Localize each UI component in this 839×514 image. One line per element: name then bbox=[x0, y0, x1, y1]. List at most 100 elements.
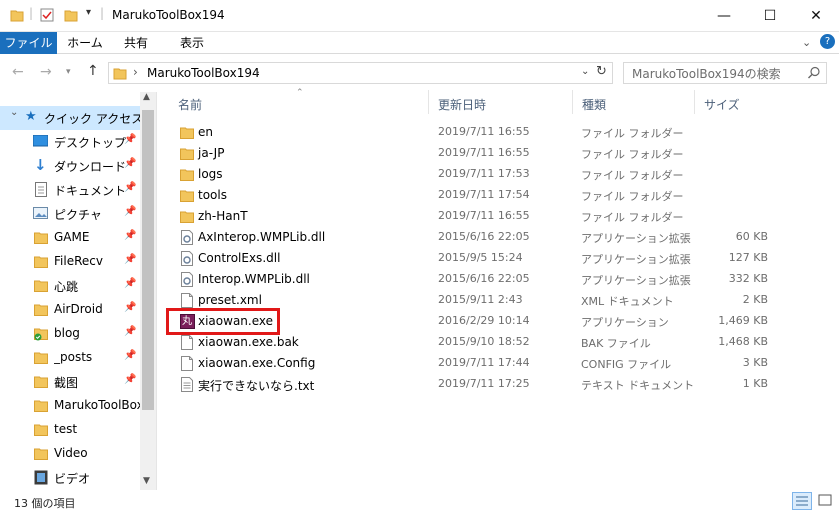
file-row[interactable]: ja-JP 2019/7/11 16:55 ファイル フォルダー bbox=[170, 143, 780, 164]
column-separator[interactable] bbox=[694, 90, 695, 114]
file-row[interactable]: xiaowan.exe.bak 2015/9/10 18:52 BAK ファイル… bbox=[170, 332, 780, 353]
file-type: CONFIG ファイル bbox=[581, 358, 672, 371]
nav-item-pictures[interactable]: ピクチャ 📌 bbox=[0, 202, 140, 226]
file-icon bbox=[181, 335, 193, 350]
nav-item-documents[interactable]: ドキュメント 📌 bbox=[0, 178, 140, 202]
nav-item-airdroid[interactable]: AirDroid 📌 bbox=[0, 298, 140, 322]
search-box[interactable] bbox=[623, 62, 827, 84]
navigation-pane: ⌄ ★ クイック アクセス デスクトップ 📌 ↓ ダウンロード 📌 ドキュメント… bbox=[0, 92, 156, 490]
file-name: 実行できないなら.txt bbox=[198, 379, 315, 393]
nav-item-xintiao[interactable]: 心跳 📌 bbox=[0, 274, 140, 298]
tab-file[interactable]: ファイル bbox=[0, 32, 57, 54]
breadcrumb-current[interactable]: MarukoToolBox194 bbox=[147, 66, 260, 80]
file-row[interactable]: en 2019/7/11 16:55 ファイル フォルダー bbox=[170, 122, 780, 143]
file-date: 2019/7/11 17:44 bbox=[438, 356, 530, 369]
file-row[interactable]: AxInterop.WMPLib.dll 2015/6/16 22:05 アプリ… bbox=[170, 227, 780, 248]
file-row[interactable]: Interop.WMPLib.dll 2015/6/16 22:05 アプリケー… bbox=[170, 269, 780, 290]
nav-label: _posts bbox=[54, 350, 93, 364]
tab-share[interactable]: 共有 bbox=[116, 32, 156, 54]
column-header-name[interactable]: 名前 bbox=[178, 96, 202, 114]
tab-view[interactable]: 表示 bbox=[170, 32, 214, 54]
large-icons-view-button[interactable] bbox=[816, 492, 836, 510]
expand-chevron-icon[interactable]: ⌄ bbox=[10, 107, 18, 118]
sort-ascending-icon: ⌃ bbox=[296, 88, 304, 98]
tab-home[interactable]: ホーム bbox=[62, 32, 108, 54]
new-folder-icon[interactable] bbox=[64, 8, 78, 22]
pin-icon: 📌 bbox=[124, 182, 137, 193]
minimize-button[interactable]: — bbox=[701, 0, 747, 32]
nav-item-marukotoolbox[interactable]: MarukoToolBox bbox=[0, 394, 140, 418]
file-name: zh-HanT bbox=[198, 209, 248, 223]
nav-item-screenshots[interactable]: 截图 📌 bbox=[0, 370, 140, 394]
file-row[interactable]: xiaowan.exe.Config 2019/7/11 17:44 CONFI… bbox=[170, 353, 780, 374]
ribbon-tabs: ファイル ホーム 共有 表示 ⌄ ? bbox=[0, 32, 839, 54]
file-date: 2019/7/11 16:55 bbox=[438, 209, 530, 222]
scroll-up-icon[interactable]: ▲ bbox=[143, 92, 150, 102]
file-row[interactable]: tools 2019/7/11 17:54 ファイル フォルダー bbox=[170, 185, 780, 206]
details-view-button[interactable] bbox=[792, 492, 812, 510]
folder-icon bbox=[180, 211, 194, 223]
ribbon-expand-icon[interactable]: ⌄ bbox=[802, 36, 811, 49]
nav-item-video[interactable]: Video bbox=[0, 442, 140, 466]
nav-item-videos[interactable]: ビデオ bbox=[0, 466, 140, 490]
nav-label: 截图 bbox=[54, 376, 79, 390]
scroll-down-icon[interactable]: ▼ bbox=[143, 476, 150, 486]
customize-toolbar-icon[interactable]: ▾ bbox=[86, 7, 91, 18]
nav-item-posts[interactable]: _posts 📌 bbox=[0, 346, 140, 370]
column-separator[interactable] bbox=[428, 90, 429, 114]
file-row[interactable]: 実行できないなら.txt 2019/7/11 17:25 テキスト ドキュメント… bbox=[170, 374, 780, 395]
nav-scrollbar-thumb[interactable] bbox=[142, 110, 154, 410]
nav-label: ドキュメント bbox=[54, 184, 127, 198]
nav-item-game[interactable]: GAME 📌 bbox=[0, 226, 140, 250]
folder-icon bbox=[34, 304, 48, 316]
nav-item-blog[interactable]: blog 📌 bbox=[0, 322, 140, 346]
pin-icon: 📌 bbox=[124, 302, 137, 313]
recent-locations-icon[interactable]: ▾ bbox=[66, 67, 71, 77]
nav-item-desktop[interactable]: デスクトップ 📌 bbox=[0, 130, 140, 154]
address-dropdown-icon[interactable]: ⌄ bbox=[581, 66, 589, 77]
folder-icon bbox=[34, 376, 48, 388]
video-icon bbox=[34, 470, 48, 485]
nav-item-filerecv[interactable]: FileRecv 📌 bbox=[0, 250, 140, 274]
help-icon[interactable]: ? bbox=[820, 34, 835, 49]
file-row[interactable]: zh-HanT 2019/7/11 16:55 ファイル フォルダー bbox=[170, 206, 780, 227]
folder-icon bbox=[34, 424, 48, 436]
file-name: preset.xml bbox=[198, 293, 262, 307]
pin-icon: 📌 bbox=[124, 278, 137, 289]
nav-label: test bbox=[54, 422, 78, 436]
nav-quick-access[interactable]: ⌄ ★ クイック アクセス bbox=[0, 106, 143, 130]
nav-label: AirDroid bbox=[54, 302, 103, 316]
folder-icon bbox=[34, 400, 48, 412]
maximize-button[interactable]: ☐ bbox=[747, 0, 793, 32]
nav-item-test[interactable]: test bbox=[0, 418, 140, 442]
back-button[interactable]: ← bbox=[12, 64, 24, 80]
address-bar[interactable]: › MarukoToolBox194 › ⌄ ↻ bbox=[108, 62, 613, 84]
column-header-modified[interactable]: 更新日時 bbox=[438, 96, 486, 114]
nav-label: GAME bbox=[54, 230, 90, 244]
window-title: MarukoToolBox194 bbox=[112, 8, 225, 22]
breadcrumb-separator-icon[interactable]: › bbox=[133, 65, 138, 79]
search-input[interactable] bbox=[632, 66, 802, 81]
folder-icon[interactable] bbox=[10, 8, 24, 22]
nav-label: MarukoToolBox bbox=[54, 398, 140, 412]
column-header-type[interactable]: 種類 bbox=[582, 96, 606, 114]
nav-label: blog bbox=[54, 326, 80, 340]
file-row[interactable]: logs 2019/7/11 17:53 ファイル フォルダー bbox=[170, 164, 780, 185]
properties-icon[interactable] bbox=[40, 8, 54, 22]
folder-icon bbox=[180, 127, 194, 139]
refresh-icon[interactable]: ↻ bbox=[596, 64, 607, 79]
column-separator[interactable] bbox=[572, 90, 573, 114]
up-button[interactable]: ↑ bbox=[87, 63, 99, 79]
file-size: 2 KB bbox=[742, 293, 768, 306]
folder-sync-icon bbox=[34, 328, 48, 341]
breadcrumb-chevron-icon[interactable]: › bbox=[255, 65, 260, 79]
column-header-size[interactable]: サイズ bbox=[704, 96, 740, 114]
file-row[interactable]: ControlExs.dll 2015/9/5 15:24 アプリケーション拡張… bbox=[170, 248, 780, 269]
file-type: ファイル フォルダー bbox=[581, 127, 684, 140]
nav-item-downloads[interactable]: ↓ ダウンロード 📌 bbox=[0, 154, 140, 178]
file-date: 2019/7/11 17:53 bbox=[438, 167, 530, 180]
close-button[interactable]: ✕ bbox=[793, 0, 839, 32]
pane-divider[interactable] bbox=[156, 92, 157, 490]
forward-button[interactable]: → bbox=[40, 64, 52, 80]
large-icons-view-icon bbox=[818, 494, 832, 506]
